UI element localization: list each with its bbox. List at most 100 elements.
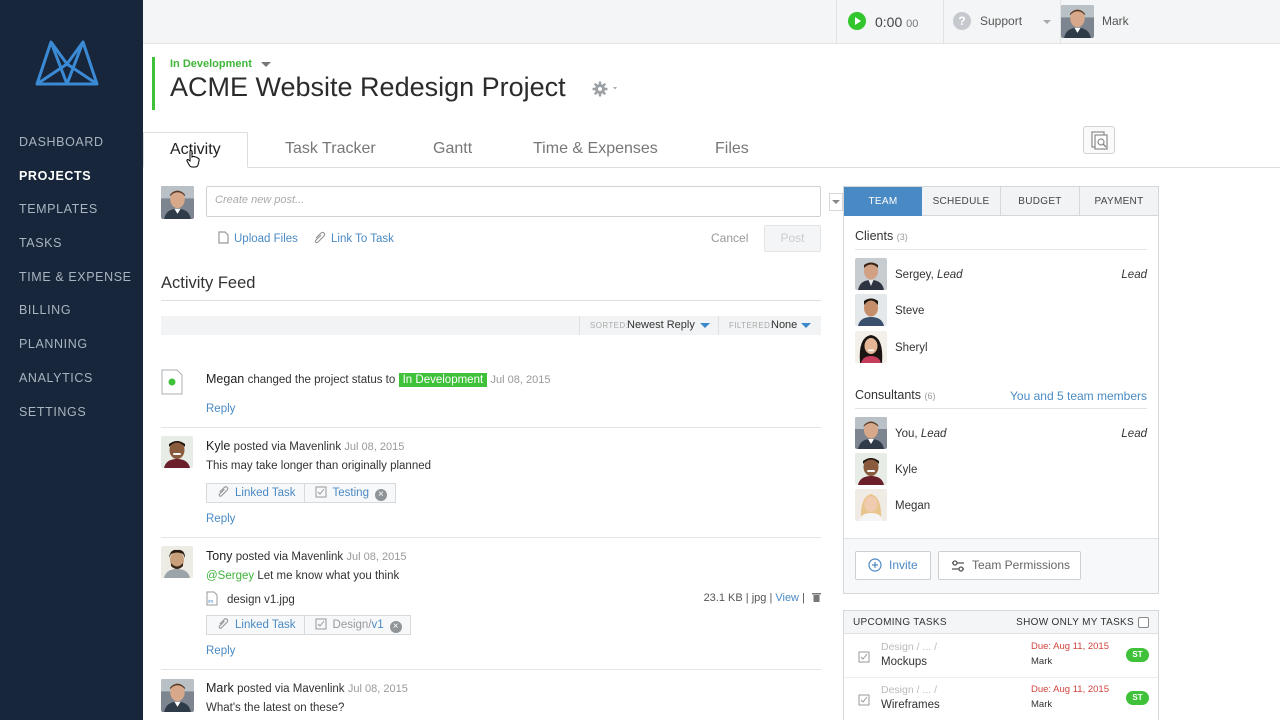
close-icon[interactable]: × — [374, 489, 387, 501]
tab-gantt[interactable]: Gantt — [433, 132, 472, 168]
team-permissions-button[interactable]: Team Permissions — [938, 551, 1081, 580]
avatar[interactable] — [161, 679, 194, 712]
timer[interactable]: 0:00 00 — [836, 0, 944, 43]
team-member[interactable]: You, Lead Lead — [855, 417, 1147, 450]
status-badge[interactable]: ST — [1126, 691, 1149, 705]
sort-select[interactable]: Newest Reply — [627, 319, 695, 331]
sidebar-item-settings[interactable]: SETTINGS — [19, 404, 132, 438]
sidebar-item-dashboard[interactable]: DASHBOARD — [19, 134, 132, 168]
task-assignee: Mark — [1031, 656, 1053, 667]
composer-avatar — [161, 186, 194, 219]
sidebar-item-billing[interactable]: BILLING — [19, 302, 132, 336]
linked-task-label[interactable]: Linked Task — [207, 484, 305, 502]
team-member[interactable]: Sheryl — [855, 331, 1147, 364]
post-body: This may take longer than originally pla… — [206, 460, 432, 472]
reply-link[interactable]: Reply — [206, 513, 235, 525]
close-icon[interactable]: × — [389, 621, 402, 633]
project-status[interactable]: In Development — [170, 58, 252, 70]
avatar — [855, 489, 887, 521]
tab-task-tracker[interactable]: Task Tracker — [285, 132, 376, 168]
chevron-down-icon[interactable] — [700, 323, 710, 328]
post-button[interactable]: Post — [764, 225, 821, 252]
task-name: v1 — [371, 619, 384, 631]
panel-tabs: TEAM SCHEDULE BUDGET PAYMENT — [844, 187, 1158, 216]
avatar — [855, 453, 887, 485]
upcoming-task-row[interactable]: Design / ... / Mockups Due: Aug 11, 2015… — [844, 635, 1158, 678]
linked-task-chip[interactable]: Design/v1 × — [305, 616, 410, 634]
task-name[interactable]: Mockups — [881, 656, 927, 668]
sidebar-item-tasks[interactable]: TASKS — [19, 235, 132, 269]
tab-payment[interactable]: PAYMENT — [1080, 187, 1158, 216]
timer-value: 0:00 00 — [875, 14, 918, 30]
play-icon[interactable] — [848, 12, 866, 30]
member-name-role: Lead — [920, 428, 947, 440]
support-menu[interactable]: ? Support — [944, 0, 1061, 43]
sidebar-item-time-expense[interactable]: TIME & EXPENSE — [19, 269, 132, 303]
post-date: Jul 08, 2015 — [346, 551, 407, 563]
chevron-down-icon[interactable] — [801, 323, 811, 328]
user-avatar[interactable] — [1061, 5, 1094, 38]
sidebar: DASHBOARD PROJECTS TEMPLATES TASKS TIME … — [0, 0, 143, 720]
chevron-down-icon — [1043, 20, 1051, 24]
mavenlink-logo[interactable] — [34, 38, 100, 88]
reply-link[interactable]: Reply — [206, 645, 235, 657]
sidebar-nav: DASHBOARD PROJECTS TEMPLATES TASKS TIME … — [19, 134, 132, 437]
upcoming-task-row[interactable]: Design / ... / Wireframes Due: Aug 11, 2… — [844, 678, 1158, 720]
show-only-my-tasks-label[interactable]: SHOW ONLY MY TASKS — [1016, 617, 1134, 628]
avatar — [855, 417, 887, 449]
status-badge[interactable]: ST — [1126, 648, 1149, 662]
tab-files[interactable]: Files — [715, 132, 749, 168]
tab-budget[interactable]: BUDGET — [1001, 187, 1080, 216]
cancel-button[interactable]: Cancel — [711, 231, 748, 245]
linked-task-chip[interactable]: Testing × — [305, 484, 395, 502]
link-to-task-button[interactable]: Link To Task — [313, 231, 394, 245]
author-name[interactable]: Kyle — [206, 439, 230, 453]
invite-label: Invite — [889, 558, 918, 572]
linked-task-text: Linked Task — [235, 619, 296, 631]
sidebar-item-analytics[interactable]: ANALYTICS — [19, 370, 132, 404]
user-name[interactable]: Mark — [1102, 14, 1129, 28]
linked-task-row: Linked Task Design/v1 × — [206, 615, 411, 635]
linked-task-row: Linked Task Testing × — [206, 483, 396, 503]
chevron-down-icon — [832, 200, 840, 204]
attachment[interactable]: jpg design v1.jpg — [206, 591, 295, 606]
trash-icon[interactable] — [812, 592, 821, 602]
sidebar-item-templates[interactable]: TEMPLATES — [19, 201, 132, 235]
show-only-my-tasks-checkbox[interactable] — [1138, 617, 1149, 628]
tab-team[interactable]: TEAM — [844, 187, 922, 216]
linked-task-label[interactable]: Linked Task — [207, 616, 305, 634]
avatar[interactable] — [161, 436, 193, 468]
action-text: posted via Mavenlink — [237, 683, 345, 695]
view-link[interactable]: View — [775, 592, 799, 604]
team-member[interactable]: Kyle — [855, 453, 1147, 486]
mention-link[interactable]: @Sergey — [206, 570, 254, 582]
divider — [579, 316, 580, 335]
sidebar-item-planning[interactable]: PLANNING — [19, 336, 132, 370]
invite-button[interactable]: Invite — [855, 551, 931, 580]
report-icon[interactable] — [1083, 126, 1115, 154]
author-name[interactable]: Megan — [206, 372, 244, 386]
tab-schedule[interactable]: SCHEDULE — [922, 187, 1001, 216]
task-path: Design — [332, 619, 369, 631]
author-name[interactable]: Tony — [206, 549, 232, 563]
task-icon — [315, 618, 327, 630]
tab-time-expenses[interactable]: Time & Expenses — [533, 132, 658, 168]
task-name[interactable]: Wireframes — [881, 699, 940, 711]
gear-icon[interactable] — [591, 80, 621, 98]
page-title: ACME Website Redesign Project — [170, 72, 566, 102]
team-member[interactable]: Sergey, Lead Lead — [855, 258, 1147, 291]
new-post-input[interactable]: Create new post... — [206, 186, 821, 217]
team-member[interactable]: Megan — [855, 489, 1147, 522]
filter-select[interactable]: None — [771, 319, 797, 331]
team-member[interactable]: Steve — [855, 294, 1147, 327]
upload-files-button[interactable]: Upload Files — [217, 231, 298, 245]
author-name[interactable]: Mark — [206, 681, 234, 695]
sidebar-item-projects[interactable]: PROJECTS — [19, 168, 132, 202]
team-members-link[interactable]: You and 5 team members — [1010, 389, 1147, 403]
avatar[interactable] — [161, 546, 193, 578]
composer-options-button[interactable] — [829, 193, 843, 211]
upcoming-tasks-header: UPCOMING TASKS SHOW ONLY MY TASKS — [844, 611, 1158, 634]
status-dropdown-icon[interactable] — [261, 62, 271, 67]
reply-link[interactable]: Reply — [206, 403, 235, 415]
member-name-text: You, — [895, 428, 918, 440]
